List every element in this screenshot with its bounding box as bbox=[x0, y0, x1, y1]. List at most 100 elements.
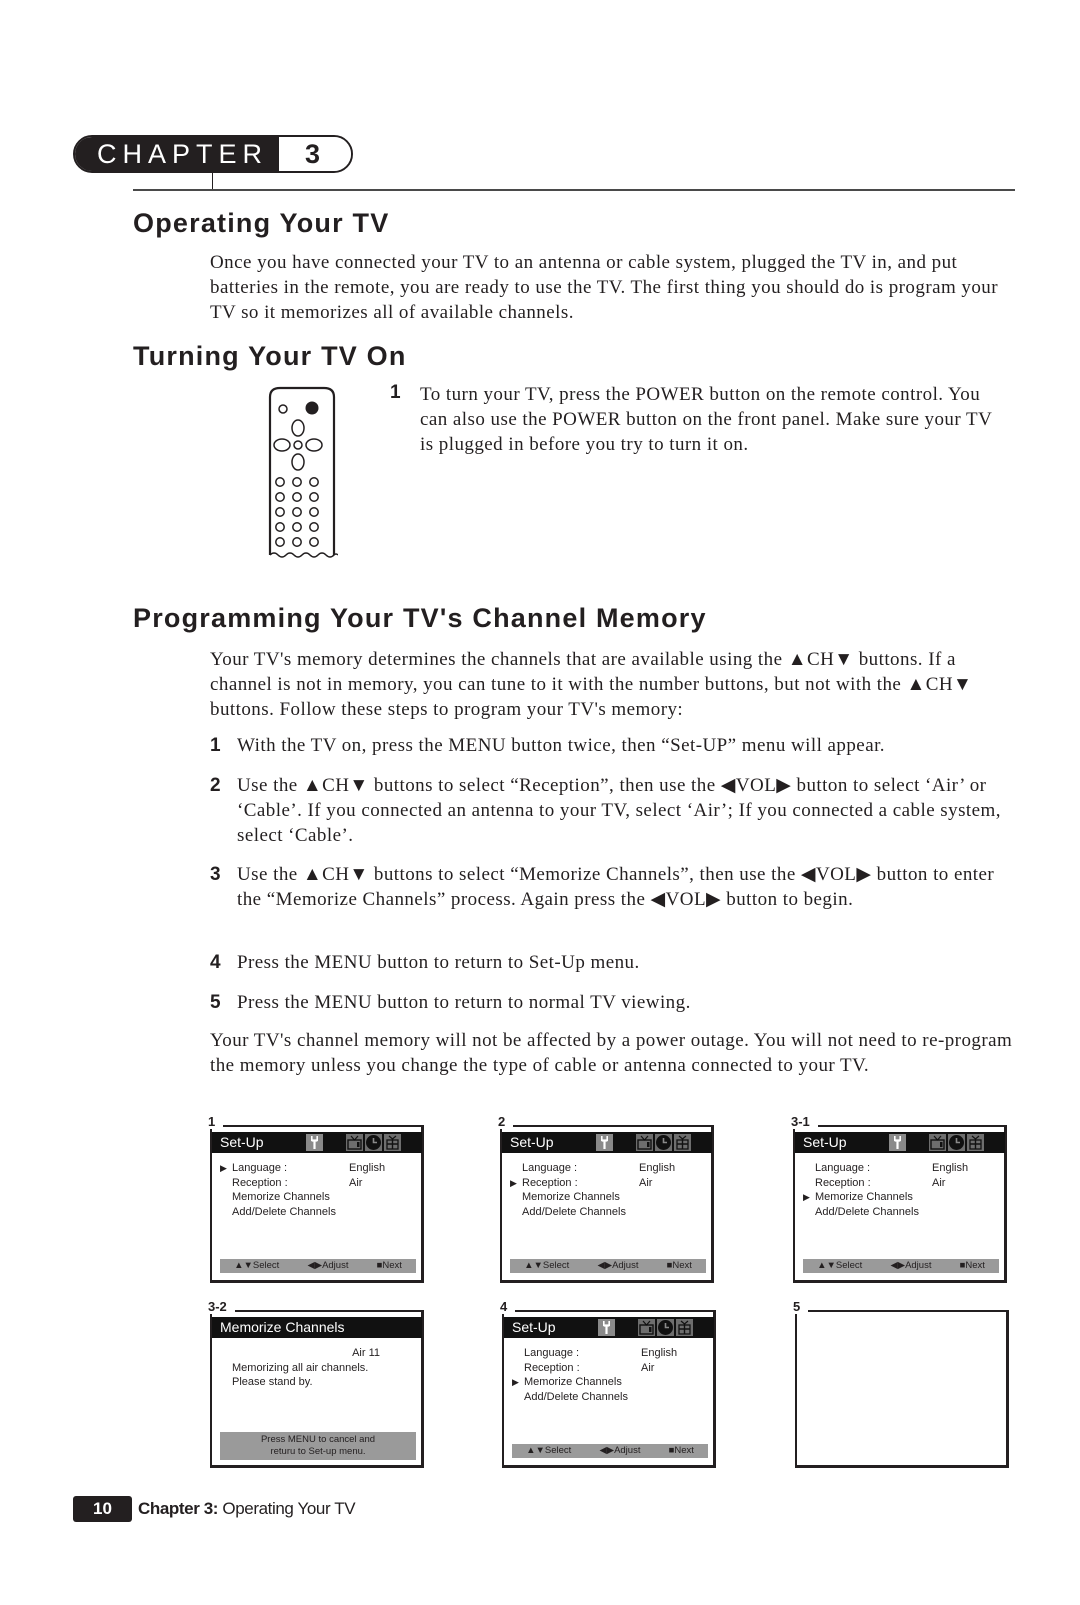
menu-rows: Language : English Reception : Air ▶ Memorize… bbox=[803, 1161, 1001, 1219]
menu-row-key: Reception : bbox=[815, 1176, 871, 1189]
screen-help-bar: ▲▼Select ◀▶Adjust ■Next bbox=[220, 1259, 416, 1273]
chapter-word: CHAPTER bbox=[75, 137, 279, 171]
memorizing-message: Memorizing all air channels. bbox=[232, 1361, 369, 1374]
gift-icon bbox=[674, 1134, 691, 1151]
wrench-icon bbox=[306, 1134, 323, 1151]
menu-row: ▶ Reception : Air bbox=[510, 1176, 708, 1191]
keypad-button bbox=[292, 492, 302, 502]
screen-title-text: Set-Up bbox=[220, 1134, 264, 1150]
step-text: Use the ▲CH▼ buttons to select “Memorize… bbox=[237, 864, 995, 910]
keypad-button bbox=[275, 492, 285, 502]
step-text: Use the ▲CH▼ buttons to select “Receptio… bbox=[237, 775, 1001, 846]
keypad-button bbox=[309, 477, 319, 487]
tv-screen-step-2: 2 Set-Up Language : English ▶ Reception : Air M… bbox=[498, 1115, 714, 1283]
chapter-stem-line bbox=[212, 172, 213, 189]
chapter-badge: CHAPTER 3 bbox=[73, 135, 353, 173]
select-hint: ▲▼Select bbox=[524, 1260, 570, 1271]
clock-icon bbox=[948, 1134, 965, 1151]
chapter-number: 3 bbox=[279, 137, 351, 171]
clock-icon bbox=[655, 1134, 672, 1151]
section-title-turning-on: Turning Your TV On bbox=[133, 341, 407, 371]
menu-row: Reception : Air bbox=[220, 1176, 418, 1191]
tv-icon bbox=[929, 1134, 946, 1151]
keypad-button bbox=[275, 537, 285, 547]
selection-arrow-icon: ▶ bbox=[512, 1377, 519, 1388]
tv-icon bbox=[636, 1134, 653, 1151]
keypad-button bbox=[292, 477, 302, 487]
clock-icon bbox=[657, 1319, 674, 1336]
adjust-hint: ◀▶Adjust bbox=[307, 1260, 349, 1271]
menu-row-key: Memorize Channels bbox=[524, 1376, 622, 1389]
power-button-dot bbox=[305, 401, 319, 415]
menu-row: Add/Delete Channels bbox=[512, 1390, 710, 1405]
section-title-programming: Programming Your TV's Channel Memory bbox=[133, 603, 707, 633]
next-hint: ■Next bbox=[666, 1260, 692, 1271]
screen-label: 1 bbox=[208, 1115, 224, 1129]
menu-rows: Language : English ▶ Reception : Air Memorize… bbox=[510, 1161, 708, 1219]
section-title-operating: Operating Your TV bbox=[133, 208, 390, 238]
programming-step: 4 Press the MENU button to return to Set… bbox=[210, 950, 1010, 975]
clock-icon bbox=[365, 1134, 382, 1151]
gift-icon bbox=[967, 1134, 984, 1151]
menu-row-key: Memorize Channels bbox=[815, 1191, 913, 1204]
tv-icon bbox=[346, 1134, 363, 1151]
channel-readout: Air 11 bbox=[352, 1347, 380, 1359]
tv-screen-step-3-1: 3-1 Set-Up Language : English Reception : Air… bbox=[791, 1115, 1007, 1283]
screen-label: 5 bbox=[793, 1300, 809, 1314]
menu-row-key: Language : bbox=[522, 1162, 578, 1174]
menu-row-key: Language : bbox=[815, 1162, 871, 1174]
menu-row-key: Reception : bbox=[524, 1361, 580, 1374]
keypad-button bbox=[275, 507, 285, 517]
menu-row: Language : English bbox=[803, 1161, 1001, 1176]
gift-icon bbox=[676, 1319, 693, 1336]
next-hint: ■Next bbox=[959, 1260, 985, 1271]
screen-label: 4 bbox=[500, 1300, 516, 1314]
menu-row-key: Reception : bbox=[522, 1176, 578, 1189]
page-number: 10 bbox=[73, 1496, 132, 1522]
menu-row: Reception : Air bbox=[803, 1176, 1001, 1191]
wrench-icon bbox=[889, 1134, 906, 1151]
screen-note-bar: Press MENU to cancel and returu to Set-u… bbox=[220, 1432, 416, 1460]
operating-body: Once you have connected your TV to an an… bbox=[210, 252, 999, 323]
menu-row-value: Air bbox=[639, 1176, 653, 1189]
screen-help-bar: ▲▼Select ◀▶Adjust ■Next bbox=[512, 1444, 708, 1458]
menu-row-key: Add/Delete Channels bbox=[232, 1205, 336, 1218]
footer-chapter-title: Operating Your TV bbox=[218, 1499, 356, 1518]
menu-row-key: Add/Delete Channels bbox=[815, 1205, 919, 1218]
menu-row-value: Air bbox=[349, 1176, 363, 1189]
menu-row-key: Language : bbox=[232, 1162, 288, 1174]
tv-screen-step-3-2: 3-2 Memorize Channels Air 11 Memorizing … bbox=[208, 1300, 424, 1468]
tv-icon bbox=[638, 1319, 655, 1336]
footer-chapter-label: Chapter 3: bbox=[138, 1499, 219, 1518]
menu-row: Memorize Channels bbox=[510, 1190, 708, 1205]
step-number: 4 bbox=[210, 952, 222, 973]
next-hint: ■Next bbox=[668, 1445, 694, 1456]
note-line: returu to Set-up menu. bbox=[270, 1446, 366, 1457]
tv-screen-step-4: 4 Set-Up Language : English Reception : Air ▶ M… bbox=[500, 1300, 716, 1468]
stand-by-message: Please stand by. bbox=[232, 1376, 313, 1389]
selection-arrow-icon: ▶ bbox=[510, 1177, 517, 1188]
next-hint: ■Next bbox=[376, 1260, 402, 1271]
screen-frame bbox=[795, 1310, 1009, 1468]
menu-row: Language : English bbox=[512, 1346, 710, 1361]
selection-arrow-icon: ▶ bbox=[803, 1192, 810, 1203]
screen-title-text: Set-Up bbox=[803, 1134, 847, 1150]
chapter-rule bbox=[133, 189, 1015, 191]
step-number: 1 bbox=[210, 735, 222, 756]
step-number: 3 bbox=[210, 864, 222, 885]
select-hint: ▲▼Select bbox=[234, 1260, 280, 1271]
keypad-button bbox=[292, 507, 302, 517]
menu-row-key: Add/Delete Channels bbox=[522, 1205, 626, 1218]
adjust-hint: ◀▶Adjust bbox=[890, 1260, 932, 1271]
screen-body: Air 11 Memorizing all air channels. Plea… bbox=[220, 1346, 418, 1390]
select-hint: ▲▼Select bbox=[526, 1445, 572, 1456]
step-text: With the TV on, press the MENU button tw… bbox=[237, 735, 886, 756]
screen-title: Set-Up bbox=[504, 1317, 714, 1338]
menu-row-key: Language : bbox=[524, 1347, 580, 1359]
turning-on-step-text: To turn your TV, press the POWER button … bbox=[420, 384, 992, 455]
turning-on-step-number: 1 bbox=[390, 382, 401, 403]
menu-rows: Language : English Reception : Air ▶ Memorize… bbox=[512, 1346, 710, 1404]
menu-row-value: English bbox=[639, 1162, 676, 1174]
menu-row: Reception : Air bbox=[512, 1361, 710, 1376]
menu-row: Add/Delete Channels bbox=[220, 1205, 418, 1220]
